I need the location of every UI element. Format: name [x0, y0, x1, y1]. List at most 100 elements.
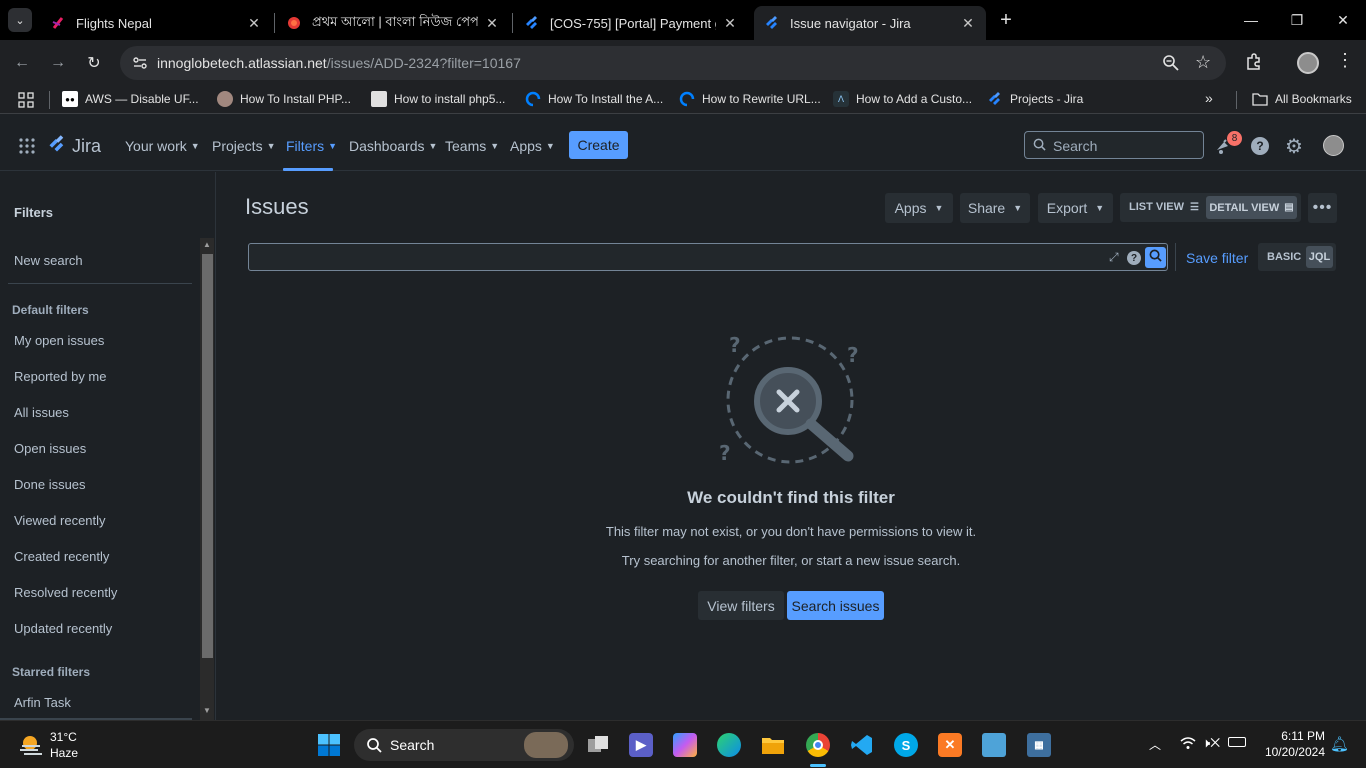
window-close-button[interactable]: ✕ — [1320, 0, 1366, 40]
jql-help-icon[interactable]: ? — [1127, 251, 1141, 265]
scrollbar-thumb[interactable] — [202, 254, 213, 658]
bookmark-item[interactable]: Λ How to Add a Custo... — [833, 91, 972, 107]
volume-muted-icon[interactable]: 🕨✕ — [1202, 735, 1220, 751]
list-view-button[interactable]: LIST VIEW ☰ — [1129, 201, 1199, 213]
view-filters-button[interactable]: View filters — [698, 591, 784, 620]
new-tab-button[interactable]: + — [994, 8, 1018, 32]
copilot-icon[interactable] — [673, 733, 697, 757]
tab-title: Flights Nepal — [76, 15, 152, 31]
nav-dashboards[interactable]: Dashboards ▼ — [349, 138, 437, 154]
site-info-icon[interactable] — [131, 54, 149, 72]
close-icon[interactable]: ✕ — [960, 15, 976, 32]
help-icon[interactable]: ? — [1251, 137, 1269, 155]
zoom-icon[interactable] — [1162, 54, 1180, 76]
tab-divider — [512, 13, 513, 33]
back-arrow-icon[interactable]: ← — [7, 48, 37, 78]
calculator-icon[interactable]: ▦ — [1027, 733, 1051, 757]
edge-icon[interactable] — [717, 733, 741, 757]
settings-gear-icon[interactable]: ⚙ — [1285, 134, 1303, 159]
reload-icon[interactable]: ↻ — [79, 48, 109, 78]
sidebar-item-filter[interactable]: Open issues — [14, 441, 86, 456]
basic-mode-button[interactable]: BASIC — [1267, 251, 1301, 263]
windows-start-icon[interactable] — [317, 733, 341, 757]
profile-avatar[interactable] — [1297, 52, 1319, 74]
search-issues-button[interactable]: Search issues — [787, 591, 884, 620]
sidebar-item-starred[interactable]: Arfin Task — [14, 695, 71, 710]
all-bookmarks-button[interactable]: All Bookmarks — [1252, 91, 1352, 107]
jql-search-input[interactable]: ⤢ ? — [248, 243, 1168, 271]
nav-filters[interactable]: Filters ▼ — [286, 138, 337, 154]
clock-time[interactable]: 6:11 PM — [1263, 729, 1325, 743]
jira-icon — [524, 15, 540, 31]
nav-teams[interactable]: Teams ▼ — [445, 138, 499, 154]
sidebar-item-filter[interactable]: Resolved recently — [14, 585, 117, 600]
taskbar-search-box[interactable]: Search — [354, 729, 574, 761]
export-button[interactable]: Export ▼ — [1038, 193, 1113, 223]
chrome-icon[interactable] — [806, 733, 830, 757]
browser-tab[interactable]: প্রথম আলো | বাংলা নিউজ পেপার ✕ — [276, 6, 510, 40]
save-filter-link[interactable]: Save filter — [1186, 250, 1248, 266]
app-switcher-icon[interactable] — [19, 138, 35, 159]
notepad-icon[interactable] — [982, 733, 1006, 757]
bookmark-item[interactable]: How to install php5... — [371, 91, 505, 107]
notification-bell-icon[interactable]: 🔔︎ — [1330, 735, 1349, 753]
xampp-icon[interactable]: ✕ — [938, 733, 962, 757]
bookmark-item[interactable]: How To Install PHP... — [217, 91, 351, 107]
nav-apps[interactable]: Apps ▼ — [510, 138, 555, 154]
sidebar-item-new-search[interactable]: New search — [14, 253, 83, 268]
more-actions-button[interactable]: ••• — [1308, 193, 1337, 223]
browser-tab-active[interactable]: Issue navigator - Jira ✕ — [754, 6, 986, 40]
create-button[interactable]: Create — [569, 131, 628, 159]
bookmark-item[interactable]: Projects - Jira — [987, 91, 1083, 107]
share-button[interactable]: Share ▼ — [960, 193, 1030, 223]
apps-menu-button[interactable]: Apps ▼ — [885, 193, 953, 223]
expand-icon[interactable]: ⤢ — [1109, 250, 1119, 265]
scroll-down-icon[interactable]: ▼ — [203, 706, 211, 715]
nav-projects[interactable]: Projects ▼ — [212, 138, 276, 154]
jql-mode-button[interactable]: JQL — [1306, 246, 1333, 268]
close-icon[interactable]: ✕ — [246, 15, 262, 32]
chevron-up-icon[interactable]: ︿ — [1149, 736, 1161, 753]
skype-icon[interactable]: S — [894, 733, 918, 757]
sidebar-item-filter[interactable]: All issues — [14, 405, 69, 420]
vscode-icon[interactable] — [850, 733, 874, 757]
apps-grid-icon[interactable] — [18, 92, 34, 113]
forward-arrow-icon[interactable]: → — [43, 48, 73, 78]
url-path: /issues/ADD-2324?filter=10167 — [326, 55, 521, 71]
minimize-button[interactable]: — — [1228, 0, 1274, 40]
bookmark-item[interactable]: How To Install the A... — [525, 91, 663, 107]
menu-kebab-icon[interactable]: ⋮ — [1336, 50, 1354, 71]
scroll-up-icon[interactable]: ▲ — [203, 240, 211, 249]
sidebar-title: Filters — [14, 205, 54, 220]
bookmark-star-icon[interactable]: ☆ — [1195, 52, 1211, 73]
tab-search-button[interactable]: ⌄ — [8, 8, 32, 32]
file-explorer-icon[interactable] — [761, 733, 785, 757]
nav-your-work[interactable]: Your work ▼ — [125, 138, 200, 154]
bookmark-item[interactable]: How to Rewrite URL... — [679, 91, 821, 107]
restore-button[interactable]: ❐ — [1274, 0, 1320, 40]
teams-meet-icon[interactable]: ▶ — [629, 733, 653, 757]
browser-tab[interactable]: [COS-755] [Portal] Payment gat ✕ — [514, 6, 748, 40]
jira-logo[interactable]: Jira — [47, 134, 101, 159]
battery-icon[interactable] — [1228, 737, 1246, 747]
nav-label: Dashboards — [349, 138, 425, 154]
bookmark-item[interactable]: ●● AWS — Disable UF... — [62, 91, 199, 107]
browser-tab[interactable]: Flights Nepal ✕ — [40, 6, 272, 40]
wifi-icon[interactable] — [1180, 736, 1196, 755]
jira-search-input[interactable]: Search — [1024, 131, 1204, 159]
extensions-icon[interactable] — [1244, 52, 1264, 72]
task-view-icon[interactable] — [586, 733, 610, 757]
sidebar-item-filter[interactable]: Reported by me — [14, 369, 107, 384]
sidebar-item-filter[interactable]: Updated recently — [14, 621, 112, 636]
clock-date[interactable]: 10/20/2024 — [1253, 745, 1325, 759]
close-icon[interactable]: ✕ — [722, 15, 738, 32]
search-submit-button[interactable] — [1145, 247, 1166, 268]
detail-view-button[interactable]: DETAIL VIEW ▤ — [1206, 196, 1297, 219]
weather-icon[interactable] — [18, 731, 44, 757]
sidebar-item-filter[interactable]: My open issues — [14, 333, 104, 348]
address-bar[interactable]: innoglobetech.atlassian.net/issues/ADD-2… — [120, 46, 1226, 80]
empty-state-title: We couldn't find this filter — [687, 488, 895, 507]
user-avatar[interactable] — [1323, 135, 1344, 156]
more-bookmarks-icon[interactable]: » — [1205, 90, 1213, 106]
close-icon[interactable]: ✕ — [484, 15, 500, 32]
